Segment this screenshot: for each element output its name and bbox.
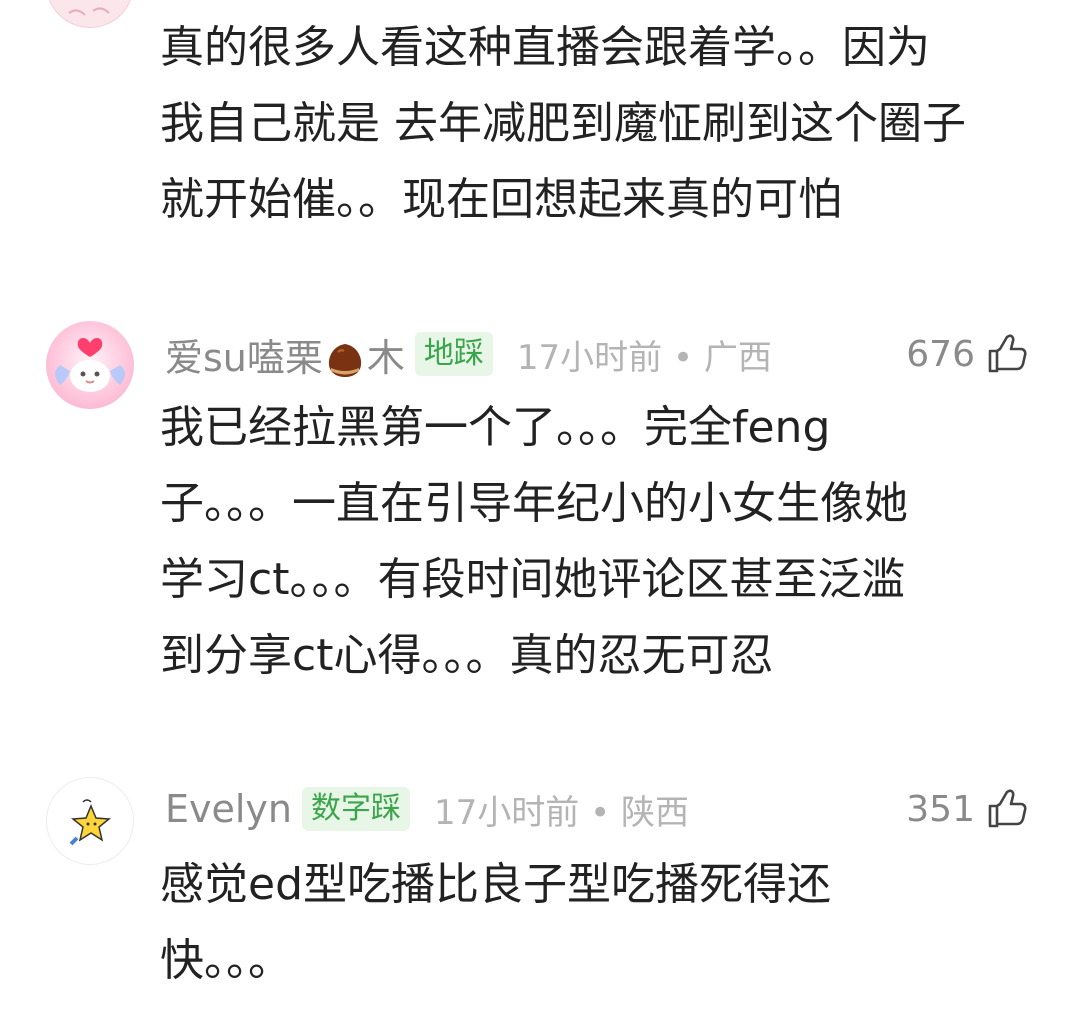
username[interactable]: 爱su嗑栗 木 [165, 327, 405, 382]
comment-meta: Evelyn 数字踩 17小时前 • 陕西 [165, 779, 689, 839]
like-count: 676 [906, 333, 975, 375]
comment-text: 我已经拉黑第一个了。。。完全feng 子。。。一直在引导年纪小的小女生像她 学习… [160, 390, 1040, 694]
time-location: 17小时前 • 陕西 [434, 792, 689, 833]
comment-text: 真的很多人看这种直播会跟着学。。因为 我自己就是 去年减肥到魔怔刷到这个圈子 就… [160, 10, 1040, 238]
comment-text-line: 我已经拉黑第一个了。。。完全feng [160, 402, 831, 453]
comment-text-line: 快。。。 [160, 935, 292, 986]
avatar[interactable] [46, 321, 134, 409]
time-location: 17小时前 • 广西 [516, 337, 772, 378]
like-button[interactable]: 676 [906, 324, 1029, 384]
comment-text: 感觉ed型吃播比良子型吃播死得还 快。。。 [160, 847, 1040, 999]
comment-meta: 爱su嗑栗 木 地踩 17小时前 • 广西 [165, 324, 772, 384]
location-badge: 地踩 [414, 332, 493, 376]
location-badge: 数字踩 [302, 787, 411, 831]
username-text: 木 [366, 335, 405, 380]
comment-text-line: 我自己就是 去年减肥到魔怔刷到这个圈子 [160, 98, 966, 149]
comment-text-line: 感觉ed型吃播比良子型吃播死得还 [160, 859, 831, 910]
comment-text-line: 真的很多人看这种直播会跟着学。。因为 [160, 22, 930, 73]
username-text: 爱su嗑栗 [165, 335, 323, 380]
avatar[interactable] [46, 0, 134, 28]
avatar-image [68, 7, 110, 16]
like-count: 351 [906, 788, 975, 830]
like-button[interactable]: 351 [906, 779, 1029, 839]
avatar-image [55, 337, 125, 392]
chestnut-emoji-icon [328, 344, 362, 377]
comment-text-line: 就开始催。。现在回想起来真的可怕 [160, 174, 842, 225]
comment-text-line: 子。。。一直在引导年纪小的小女生像她 [160, 478, 908, 529]
avatar[interactable] [46, 777, 134, 865]
avatar-image [69, 799, 111, 846]
thumbs-up-icon [988, 334, 1027, 373]
comment-text-line: 到分享ct心得。。。真的忍无可忍 [160, 630, 774, 681]
username[interactable]: Evelyn [165, 787, 292, 831]
comment-text-line: 学习ct。。。有段时间她评论区甚至泛滥 [160, 554, 906, 605]
thumbs-up-icon [988, 789, 1027, 828]
